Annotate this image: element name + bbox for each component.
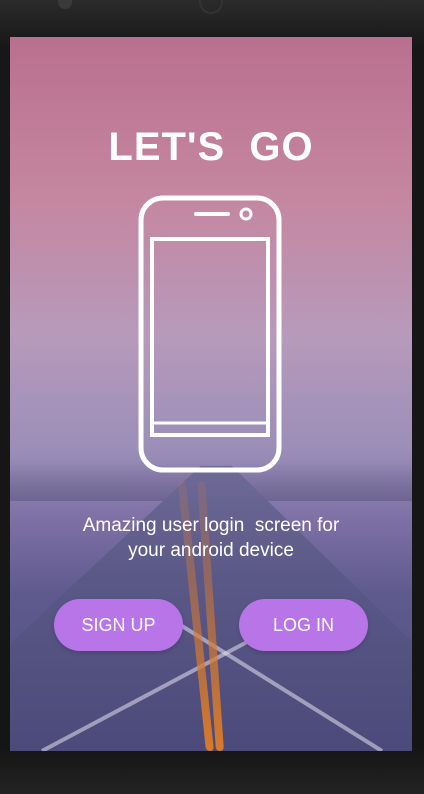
login-screen: LET'S GO Amazing user login screen for y… [10,37,412,751]
tagline-line-1: Amazing user login screen for [82,515,340,536]
earpiece-sensor [199,0,223,14]
device-frame: LET'S GO Amazing user login screen for y… [0,0,424,794]
front-camera [58,0,72,9]
page-title: LET'S GO [108,125,314,169]
sign-up-button[interactable]: SIGN UP [54,599,183,651]
tagline: Amazing user login screen for your andro… [10,513,412,563]
tagline-line-2: your android device [128,540,294,561]
smartphone-outline-icon [138,195,282,473]
log-in-button[interactable]: LOG IN [239,599,368,651]
